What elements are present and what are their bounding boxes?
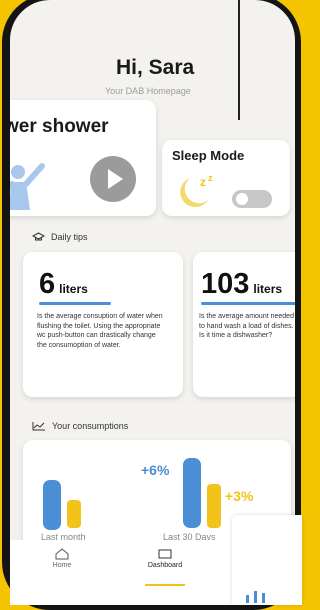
tip-card: 6 liters Is the average consuption of wat… (23, 252, 183, 397)
shower-card[interactable]: wer shower (10, 100, 156, 216)
active-tab-indicator (145, 584, 185, 586)
sleep-mode-toggle[interactable] (232, 190, 272, 208)
home-icon (55, 548, 69, 560)
nav-home[interactable]: Home (32, 548, 92, 569)
toggle-knob (236, 193, 248, 205)
line-chart-icon (32, 422, 45, 431)
consumptions-label: Your consumptions (52, 421, 129, 431)
tip-card: 103 liters Is the average amount needed t… (193, 252, 295, 397)
consumptions-heading: Your consumptions (32, 421, 128, 431)
nav-dashboard[interactable]: Dashboard (135, 548, 195, 569)
daily-tips-heading: Daily tips (32, 232, 88, 242)
play-icon[interactable] (90, 156, 136, 202)
sleep-mode-title: Sleep Mode (172, 148, 245, 163)
page-subtitle: Your DAB Homepage (105, 86, 191, 96)
tip-text: Is the average amount needed to hand was… (199, 313, 294, 339)
page-title: Hi, Sara (116, 56, 195, 79)
tip-underline (39, 302, 111, 305)
svg-text:z: z (208, 173, 213, 183)
tip-unit: liters (59, 282, 88, 296)
tip-number: 6 (39, 268, 56, 300)
water-change: +6% (141, 462, 170, 478)
sleep-mode-card: Sleep Mode z z (162, 140, 290, 216)
tip-number: 103 (201, 268, 250, 300)
nav-home-label: Home (52, 562, 72, 569)
energy-bar-last-month (67, 500, 81, 528)
tip-unit: liters (253, 282, 283, 296)
energy-bar-last30 (207, 484, 221, 528)
water-bar-last30 (183, 458, 201, 528)
overlay-card (232, 515, 302, 605)
nav-dashboard-label: Dashboard (147, 562, 183, 569)
tip-value: 103 liters (201, 268, 282, 301)
svg-text:z: z (200, 175, 206, 189)
shower-card-title: wer shower (10, 116, 109, 137)
tip-text: Is the average consuption of water when … (37, 313, 163, 349)
dashboard-icon (158, 549, 172, 559)
bar-chart-icon (246, 591, 265, 603)
moon-icon: z z (180, 173, 213, 208)
person-icon (10, 163, 45, 210)
daily-tips-label: Daily tips (51, 232, 88, 242)
divider-line (238, 0, 240, 120)
energy-change: +3% (225, 488, 254, 504)
tip-underline (201, 302, 295, 305)
tip-value: 6 liters (39, 268, 88, 301)
water-bar-last-month (43, 480, 61, 530)
graduation-cap-icon (32, 232, 45, 241)
